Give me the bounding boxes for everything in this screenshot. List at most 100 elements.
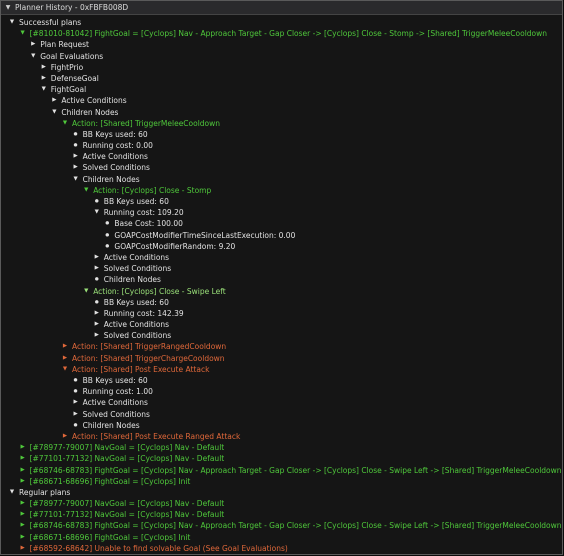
tree-row[interactable]: ▼ Children Nodes [1, 174, 562, 185]
tree-row[interactable]: ▶ Solved Conditions [1, 409, 562, 420]
expanded-arrow-icon[interactable]: ▼ [50, 107, 58, 118]
collapse-window-icon[interactable]: ▼ [1, 4, 15, 11]
tree-row[interactable]: ▶ Active Conditions [1, 252, 562, 263]
expanded-arrow-icon[interactable]: ▼ [19, 28, 27, 39]
tree-row[interactable]: ▶ DefenseGoal [1, 73, 562, 84]
window-titlebar[interactable]: ▼ Planner History - 0xFBFB008D [1, 1, 562, 15]
tree-row[interactable]: ▶ [#78977-79007] NavGoal = [Cyclops] Nav … [1, 442, 562, 453]
expanded-arrow-icon[interactable]: ▼ [93, 207, 101, 218]
tree-row[interactable]: ▶ Active Conditions [1, 95, 562, 106]
collapsed-arrow-icon[interactable]: ▶ [19, 442, 27, 453]
tree-row[interactable]: ▼ Action: [Cyclops] Close - Swipe Left [1, 286, 562, 297]
tree-row-label: Action: [Shared] Post Execute Attack [72, 364, 210, 374]
collapsed-arrow-icon[interactable]: ▶ [19, 543, 27, 554]
tree-row-label: BB Keys used: 60 [103, 297, 169, 307]
expanded-arrow-icon[interactable]: ▼ [40, 84, 48, 95]
tree-row[interactable]: ▶ Solved Conditions [1, 263, 562, 274]
collapsed-arrow-icon[interactable]: ▶ [72, 397, 80, 408]
tree-row[interactable]: ▼ Successful plans [1, 17, 562, 28]
plan-tree: ▼ Successful plans ▼ [#81010-81042] FightGo… [1, 15, 562, 554]
bullet-icon: ● [105, 221, 110, 227]
collapsed-arrow-icon[interactable]: ▶ [19, 476, 27, 487]
tree-row-label: Plan Request [40, 40, 89, 50]
tree-row-label: Solved Conditions [103, 264, 172, 274]
tree-row[interactable]: ▶ [#68746-68783] FightGoal = [Cyclops] Na… [1, 465, 562, 476]
bullet-icon: ● [94, 199, 99, 204]
collapsed-arrow-icon[interactable]: ▶ [93, 308, 101, 319]
tree-row-label: BB Keys used: 60 [82, 376, 148, 385]
expanded-arrow-icon[interactable]: ▼ [72, 174, 80, 185]
tree-row-label: FightPrio [50, 62, 84, 72]
tree-row-label: DefenseGoal [50, 73, 99, 83]
tree-row[interactable]: ▼ Running cost: 109.20 [1, 207, 562, 218]
tree-row[interactable]: ▶ Active Conditions [1, 397, 562, 408]
collapsed-arrow-icon[interactable]: ▶ [40, 62, 48, 73]
tree-row[interactable]: ▶ [#77101-77132] NavGoal = [Cyclops] Nav … [1, 453, 562, 464]
collapsed-arrow-icon[interactable]: ▶ [19, 520, 27, 531]
tree-row-label: Solved Conditions [82, 163, 150, 173]
collapsed-arrow-icon[interactable]: ▶ [40, 73, 48, 84]
tree-row[interactable]: ▼ Children Nodes [1, 107, 562, 118]
expanded-arrow-icon[interactable]: ▼ [82, 185, 90, 196]
collapsed-arrow-icon[interactable]: ▶ [61, 341, 69, 352]
tree-row[interactable]: ▶ Solved Conditions [1, 162, 562, 173]
collapsed-arrow-icon[interactable]: ▶ [61, 353, 69, 364]
collapsed-arrow-icon[interactable]: ▶ [72, 162, 80, 173]
collapsed-arrow-icon[interactable]: ▶ [19, 465, 27, 476]
tree-row-label: [#78977-79007] NavGoal = [Cyclops] Nav -… [29, 443, 225, 453]
tree-row-label: [#68746-68783] FightGoal = [Cyclops] Nav… [29, 465, 562, 475]
collapsed-arrow-icon[interactable]: ▶ [19, 509, 27, 520]
tree-row[interactable]: ▼ Goal Evaluations [1, 51, 562, 62]
tree-row[interactable]: ▼ FightGoal [1, 84, 562, 95]
tree-row-label: Action: [Cyclops] Close - Swipe Left [93, 286, 226, 296]
tree-row-label: Children Nodes [103, 275, 161, 285]
tree-row[interactable]: ▼ Regular plans [1, 487, 562, 498]
expanded-arrow-icon[interactable]: ▼ [29, 51, 37, 62]
tree-row[interactable]: ▶ Action: [Shared] TriggerRangedCooldown [1, 341, 562, 352]
tree-row[interactable]: ▼ [#81010-81042] FightGoal = [Cyclops] Na… [1, 28, 562, 39]
collapsed-arrow-icon[interactable]: ▶ [50, 95, 58, 106]
expanded-arrow-icon[interactable]: ▼ [61, 364, 69, 375]
expanded-arrow-icon[interactable]: ▼ [82, 286, 90, 297]
collapsed-arrow-icon[interactable]: ▶ [29, 39, 37, 50]
tree-row[interactable]: ▶ Solved Conditions [1, 330, 562, 341]
tree-row-label: Solved Conditions [103, 331, 172, 341]
tree-row-label: Goal Evaluations [40, 51, 104, 61]
tree-row[interactable]: ▶ [#68671-68696] FightGoal = [Cyclops] In… [1, 476, 562, 487]
tree-row[interactable]: ▶ Action: [Shared] TriggerChargeCooldown [1, 353, 562, 364]
tree-row[interactable]: ▼ Action: [Shared] Post Execute Attack [1, 364, 562, 375]
tree-row: ● Children Nodes [1, 274, 562, 285]
tree-row[interactable]: ▶ [#68592-68642] Unable to find solvable … [1, 543, 562, 554]
tree-row[interactable]: ▶ Action: [Shared] Post Execute Ranged At… [1, 431, 562, 442]
collapsed-arrow-icon[interactable]: ▶ [93, 319, 101, 330]
bullet-icon: ● [73, 131, 78, 137]
tree-row: ● BB Keys used: 60 [1, 196, 562, 207]
tree-row-label: Children Nodes [82, 174, 140, 184]
bullet-icon: ● [73, 389, 78, 395]
collapsed-arrow-icon[interactable]: ▶ [19, 453, 27, 464]
tree-row[interactable]: ▶ Running cost: 142.39 [1, 308, 562, 319]
collapsed-arrow-icon[interactable]: ▶ [93, 263, 101, 274]
tree-row[interactable]: ▶ [#77101-77132] NavGoal = [Cyclops] Nav … [1, 509, 562, 520]
tree-row[interactable]: ▶ Plan Request [1, 39, 562, 50]
tree-row[interactable]: ▶ [#78977-79007] NavGoal = [Cyclops] Nav … [1, 498, 562, 509]
tree-row[interactable]: ▶ [#68671-68696] FightGoal = [Cyclops] In… [1, 532, 562, 543]
tree-row[interactable]: ▼ Action: [Shared] TriggerMeleeCooldown [1, 118, 562, 129]
collapsed-arrow-icon[interactable]: ▶ [72, 409, 80, 420]
tree-row[interactable]: ▶ Active Conditions [1, 319, 562, 330]
tree-row[interactable]: ▶ FightPrio [1, 62, 562, 73]
collapsed-arrow-icon[interactable]: ▶ [93, 252, 101, 263]
tree-row[interactable]: ▶ Active Conditions [1, 151, 562, 162]
tree-row-label: [#68671-68696] FightGoal = [Cyclops] Ini… [29, 476, 191, 486]
tree-row[interactable]: ▶ [#68746-68783] FightGoal = [Cyclops] Na… [1, 520, 562, 531]
expanded-arrow-icon[interactable]: ▼ [61, 118, 69, 129]
expanded-arrow-icon[interactable]: ▼ [8, 17, 16, 28]
collapsed-arrow-icon[interactable]: ▶ [93, 330, 101, 341]
collapsed-arrow-icon[interactable]: ▶ [72, 151, 80, 162]
collapsed-arrow-icon[interactable]: ▶ [19, 498, 27, 509]
collapsed-arrow-icon[interactable]: ▶ [61, 431, 69, 442]
expanded-arrow-icon[interactable]: ▼ [8, 487, 16, 498]
collapsed-arrow-icon[interactable]: ▶ [19, 532, 27, 543]
tree-row[interactable]: ▼ Action: [Cyclops] Close - Stomp [1, 185, 562, 196]
tree-row-label: Running cost: 109.20 [103, 208, 184, 218]
